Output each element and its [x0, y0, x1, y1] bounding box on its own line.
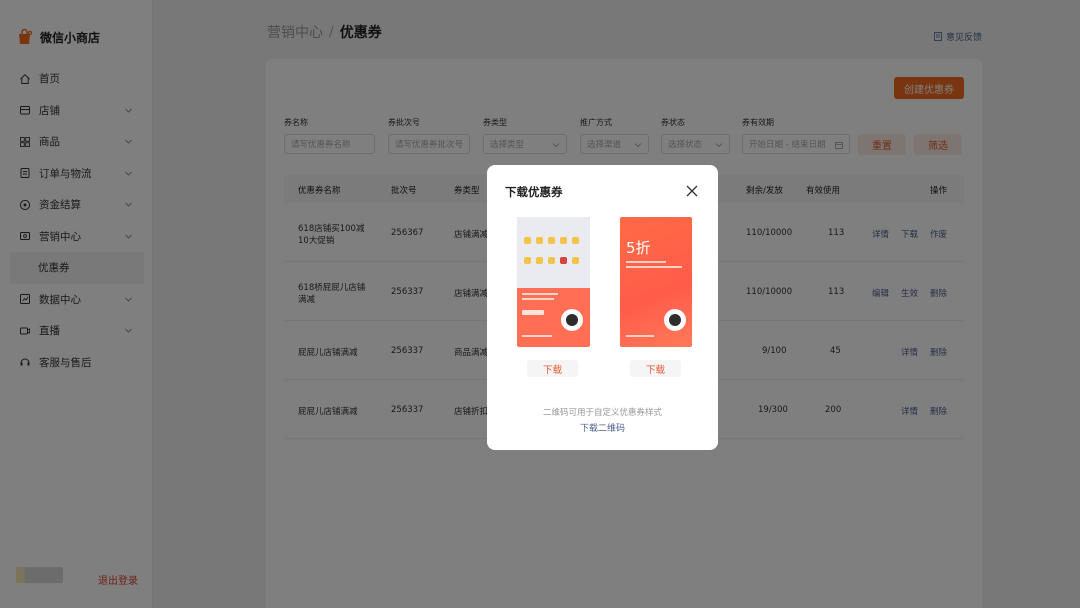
poster-text-line — [522, 298, 554, 300]
poster-price-tag — [522, 310, 544, 315]
goods-thumbnail — [524, 237, 531, 244]
poster-text-line — [626, 335, 654, 337]
download-coupon-dialog: 下载优惠券 5折 下载 下载 二维码可用于自定义优惠券样式 下载二维码 — [487, 165, 718, 450]
goods-thumbnail — [560, 237, 567, 244]
poster-goods-area — [517, 217, 590, 288]
goods-thumbnail — [548, 237, 555, 244]
goods-thumbnail — [548, 257, 555, 264]
goods-thumbnail — [524, 257, 531, 264]
poster-text-line — [522, 335, 552, 337]
poster-text-line — [522, 293, 558, 295]
qr-code — [664, 309, 686, 331]
goods-thumbnail — [560, 257, 567, 264]
coupon-poster-goods — [517, 217, 590, 347]
goods-thumbnail — [572, 237, 579, 244]
download-poster-2-button[interactable]: 下载 — [630, 360, 681, 377]
dialog-title: 下载优惠券 — [505, 185, 563, 199]
discount-value: 5折 — [626, 239, 651, 257]
goods-thumbnail — [536, 257, 543, 264]
download-poster-1-button[interactable]: 下载 — [527, 360, 578, 377]
download-qr-link[interactable]: 下载二维码 — [487, 421, 718, 434]
qr-hint: 二维码可用于自定义优惠券样式 — [542, 408, 662, 418]
goods-thumbnail — [536, 237, 543, 244]
poster-text-line — [626, 266, 682, 268]
coupon-poster-discount: 5折 — [620, 217, 692, 347]
qr-code — [561, 309, 583, 331]
poster-text-line — [626, 261, 666, 263]
goods-thumbnail — [572, 257, 579, 264]
close-icon[interactable] — [686, 185, 698, 197]
